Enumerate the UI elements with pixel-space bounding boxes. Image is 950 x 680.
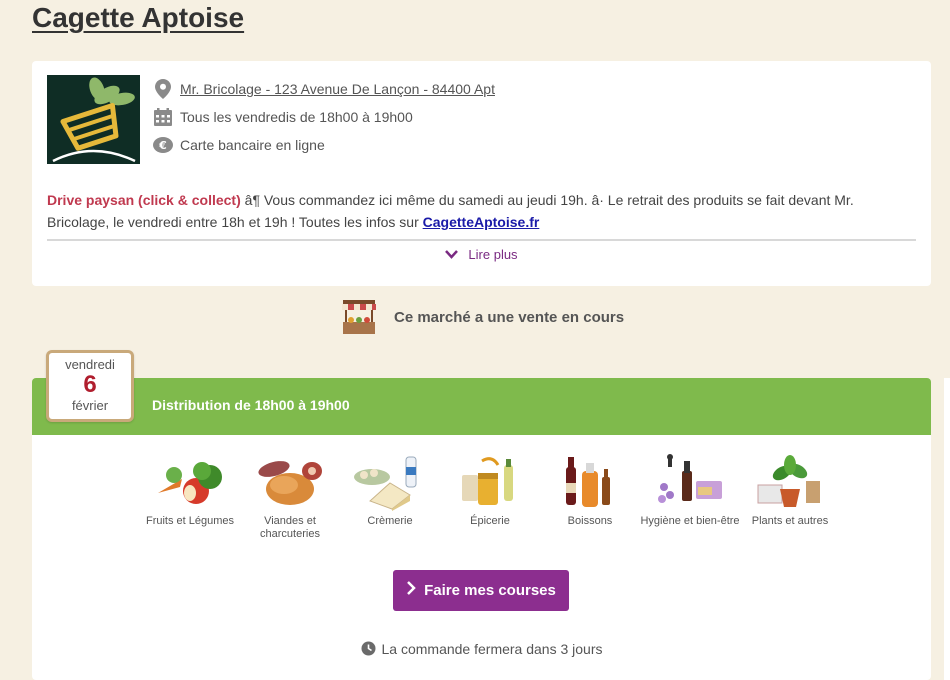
- chevron-down-icon: [445, 247, 459, 262]
- category-label: Plants et autres: [751, 515, 829, 527]
- category-plants[interactable]: Plants et autres: [740, 453, 840, 541]
- category-viandes[interactable]: Viandes et charcuteries: [240, 453, 340, 541]
- category-label: Viandes et charcuteries: [260, 515, 320, 540]
- date-badge: vendredi 6 février: [46, 350, 134, 422]
- chevron-right-icon: [406, 581, 416, 600]
- read-more-label: Lire plus: [468, 247, 518, 262]
- website-link[interactable]: CagetteAptoise.fr: [423, 214, 540, 230]
- distribution-header: Distribution de 18h00 à 19h00: [32, 378, 931, 435]
- map-pin-icon: [152, 79, 174, 99]
- next-card-edge: [944, 378, 950, 680]
- category-cremerie[interactable]: Crèmerie: [340, 453, 440, 541]
- page-title: Cagette Aptoise: [32, 2, 245, 33]
- distribution-card: Distribution de 18h00 à 19h00 Fruits et …: [32, 378, 931, 680]
- shop-button[interactable]: Faire mes courses: [393, 570, 569, 611]
- payment-line: € Carte bancaire en ligne: [152, 131, 495, 159]
- svg-text:€: €: [158, 139, 167, 152]
- market-info-card: Mr. Bricolage - 123 Avenue De Lançon - 8…: [32, 61, 931, 286]
- category-fruits-legumes[interactable]: Fruits et Légumes: [140, 453, 240, 541]
- market-description: Drive paysan (click & collect) â¶ Vous c…: [47, 189, 917, 233]
- category-label: Boissons: [567, 515, 613, 527]
- category-label: Hygiène et bien-être: [640, 515, 740, 527]
- plants-icon: [752, 453, 828, 511]
- calendar-icon: [152, 107, 174, 127]
- clock-icon: [361, 641, 376, 659]
- hygiene-icon: [652, 453, 728, 511]
- category-boissons[interactable]: Boissons: [540, 453, 640, 541]
- category-label: Crèmerie: [367, 515, 413, 527]
- sale-banner: Ce marché a une vente en cours: [340, 298, 624, 336]
- read-more-button[interactable]: Lire plus: [32, 247, 931, 262]
- category-hygiene[interactable]: Hygiène et bien-être: [640, 453, 740, 541]
- closing-note-text: La commande fermera dans 3 jours: [381, 641, 603, 657]
- category-list: Fruits et Légumes Viandes et charcuterie…: [140, 453, 840, 541]
- drinks-icon: [552, 453, 628, 511]
- sale-banner-text: Ce marché a une vente en cours: [394, 308, 625, 326]
- payment-text: Carte bancaire en ligne: [180, 137, 325, 153]
- shop-button-label: Faire mes courses: [424, 582, 556, 599]
- schedule-line: Tous les vendredis de 18h00 à 19h00: [152, 103, 495, 131]
- closing-note: La commande fermera dans 3 jours: [32, 641, 931, 659]
- meat-icon: [252, 453, 328, 511]
- address-link[interactable]: Mr. Bricolage - 123 Avenue De Lançon - 8…: [180, 81, 495, 97]
- fruits-vegetables-icon: [152, 453, 228, 511]
- market-stall-icon: [340, 298, 378, 336]
- grocery-icon: [452, 453, 528, 511]
- address-line[interactable]: Mr. Bricolage - 123 Avenue De Lançon - 8…: [152, 75, 495, 103]
- category-label: Fruits et Légumes: [145, 515, 235, 527]
- date-month: février: [71, 398, 109, 413]
- euro-coin-icon: €: [152, 135, 174, 155]
- drive-label: Drive paysan (click & collect): [47, 192, 241, 208]
- schedule-text: Tous les vendredis de 18h00 à 19h00: [180, 109, 413, 125]
- date-day-name: vendredi: [65, 357, 115, 372]
- market-logo: [47, 75, 140, 164]
- category-epicerie[interactable]: Épicerie: [440, 453, 540, 541]
- dairy-icon: [352, 453, 428, 511]
- category-label: Épicerie: [470, 515, 510, 527]
- divider: [47, 239, 916, 241]
- date-day-number: 6: [83, 371, 97, 398]
- distribution-title: Distribution de 18h00 à 19h00: [152, 397, 350, 413]
